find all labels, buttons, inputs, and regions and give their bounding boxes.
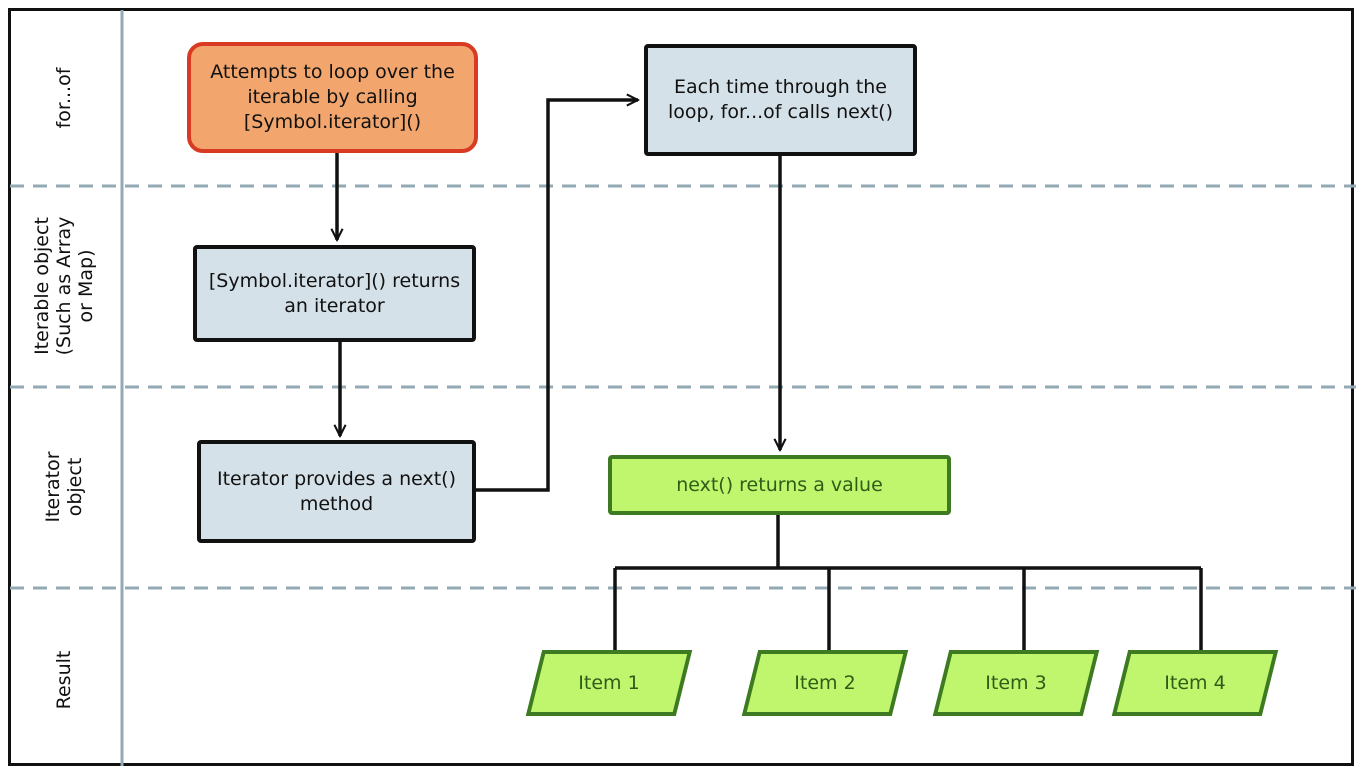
lane-label-result: Result: [53, 650, 76, 710]
item-label: Item 4: [1164, 672, 1226, 694]
lane-label-line: object: [64, 457, 86, 517]
node-returns-iterator: [Symbol.iterator]() returns an iterator: [193, 245, 476, 342]
lane-label-line: Iterable object: [31, 217, 54, 355]
item-label: Item 2: [794, 672, 856, 694]
result-item-4: Item 4: [1111, 650, 1279, 716]
lane-label-line: Iterator: [42, 451, 65, 523]
node-next-returns-value: next() returns a value: [608, 455, 951, 515]
lane-label-line: (Such as Array: [53, 216, 76, 356]
item-label: Item 3: [985, 672, 1047, 694]
lane-label-iterable-object: Iterable object (Such as Array or Map): [31, 216, 98, 356]
lane-label-for-of: for...of: [53, 67, 76, 129]
item-label: Item 1: [578, 672, 640, 694]
result-item-3: Item 3: [932, 650, 1100, 716]
node-provides-next: Iterator provides a next() method: [197, 440, 476, 543]
node-text: Each time through the loop, for...of cal…: [667, 76, 894, 123]
lane-label-iterator-object: Iterator object: [42, 451, 87, 523]
node-text: next() returns a value: [676, 473, 883, 496]
node-each-time-loop: Each time through the loop, for...of cal…: [644, 44, 917, 156]
node-text: [Symbol.iterator]() returns an iterator: [208, 269, 461, 317]
result-item-2: Item 2: [741, 650, 909, 716]
lane-label-line: or Map): [74, 249, 97, 323]
result-item-1: Item 1: [525, 650, 693, 716]
node-text: Iterator provides a next() method: [216, 467, 456, 515]
node-attempt-loop: Attempts to loop over the iterable by ca…: [187, 42, 478, 153]
arrow-next-method-to-loop: [476, 100, 638, 492]
node-text: Attempts to loop over the iterable by ca…: [210, 61, 455, 133]
